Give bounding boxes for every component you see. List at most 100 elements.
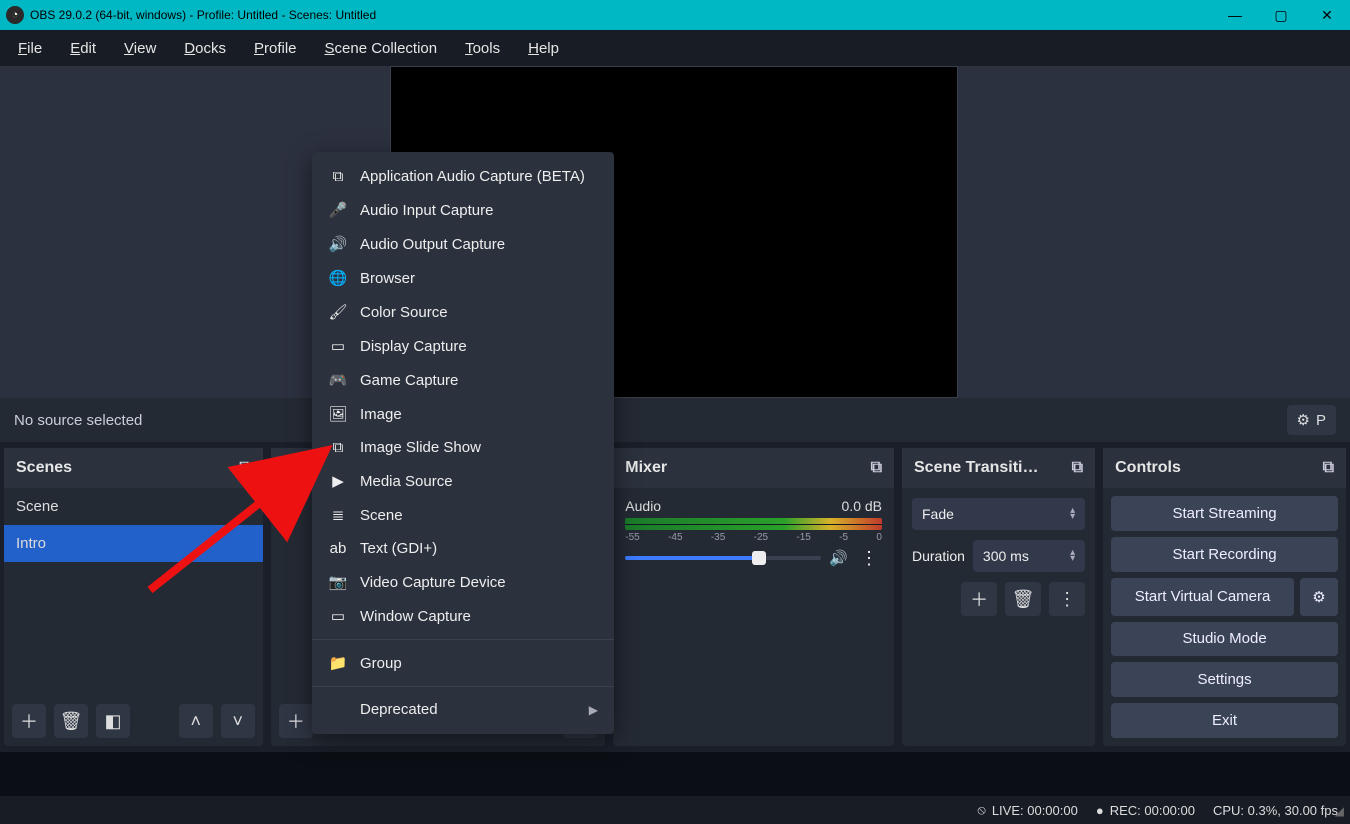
source-type-video-capture-device[interactable]: 📷Video Capture Device: [312, 565, 614, 599]
source-type-icon: 🎮: [328, 371, 348, 389]
source-type-label: Color Source: [360, 304, 448, 321]
menu-scene-collection[interactable]: Scene Collection: [311, 34, 452, 63]
source-type-text-gdi-[interactable]: abText (GDI+): [312, 532, 614, 565]
start-virtual-camera-button[interactable]: Start Virtual Camera: [1111, 578, 1294, 616]
source-type-label: Deprecated: [360, 701, 438, 718]
menu-help[interactable]: Help: [514, 34, 573, 63]
source-type-scene[interactable]: ≣Scene: [312, 498, 614, 532]
scene-down-button[interactable]: ˅: [221, 704, 255, 738]
mixer-channel-name: Audio: [625, 498, 661, 514]
obs-logo-icon: ◔: [6, 6, 24, 24]
menu-file[interactable]: File: [4, 34, 56, 63]
source-type-label: Audio Input Capture: [360, 202, 493, 219]
source-type-label: Text (GDI+): [360, 540, 437, 557]
transitions-panel: Scene Transiti… ⧉ Fade ▴▾ Duration 300 m…: [902, 448, 1095, 746]
menu-edit[interactable]: Edit: [56, 34, 110, 63]
menu-tools[interactable]: Tools: [451, 34, 514, 63]
mixer-channel-db: 0.0 dB: [842, 498, 882, 514]
virtual-camera-settings-button[interactable]: ⚙: [1300, 578, 1338, 616]
scene-up-button[interactable]: ˄: [179, 704, 213, 738]
source-type-icon: 🖌: [328, 303, 348, 321]
transition-menu-button[interactable]: ⋮: [1049, 582, 1085, 616]
source-type-window-capture[interactable]: ▭ Window Capture: [312, 599, 614, 633]
menu-docks[interactable]: Docks: [170, 34, 240, 63]
duration-input[interactable]: 300 ms ▴▾: [973, 540, 1085, 572]
settings-button[interactable]: Settings: [1111, 662, 1338, 697]
audio-ticks: -55 -45 -35 -25 -15 -5 0: [625, 532, 882, 543]
duration-value: 300 ms: [983, 548, 1029, 564]
source-type-icon: 🌐: [328, 269, 348, 287]
popout-icon[interactable]: ⧉: [871, 459, 882, 477]
exit-button[interactable]: Exit: [1111, 703, 1338, 738]
start-streaming-button[interactable]: Start Streaming: [1111, 496, 1338, 531]
source-type-application-audio-capture-beta-[interactable]: ⧉Application Audio Capture (BETA): [312, 160, 614, 193]
audio-meter: [625, 518, 882, 530]
close-button[interactable]: ✕: [1304, 0, 1350, 30]
transition-select[interactable]: Fade ▴▾: [912, 498, 1085, 530]
no-stream-icon: ⦸: [977, 802, 985, 818]
source-type-color-source[interactable]: 🖌 Color Source: [312, 295, 614, 329]
source-type-label: Window Capture: [360, 608, 471, 625]
source-type-browser[interactable]: 🌐Browser: [312, 261, 614, 295]
source-type-image[interactable]: 🖼Image: [312, 397, 614, 431]
source-type-icon: ▭: [328, 337, 348, 355]
no-source-label: No source selected: [14, 412, 142, 429]
popout-icon[interactable]: ⧉: [1072, 459, 1083, 477]
minimize-button[interactable]: ―: [1212, 0, 1258, 30]
studio-mode-button[interactable]: Studio Mode: [1111, 622, 1338, 657]
speaker-icon[interactable]: 🔊: [829, 549, 848, 567]
rec-status: REC: 00:00:00: [1110, 803, 1195, 818]
source-properties-button[interactable]: ⚙ P: [1287, 405, 1336, 435]
live-status: LIVE: 00:00:00: [992, 803, 1078, 818]
mixer-channel-menu[interactable]: ⋮: [856, 549, 882, 567]
remove-transition-button[interactable]: 🗑: [1005, 582, 1041, 616]
menu-view[interactable]: View: [110, 34, 170, 63]
source-type-label: Image Slide Show: [360, 439, 481, 456]
chevron-updown-icon: ▴▾: [1070, 550, 1075, 562]
remove-scene-button[interactable]: 🗑: [54, 704, 88, 738]
source-type-label: Video Capture Device: [360, 574, 506, 591]
add-scene-button[interactable]: ＋: [12, 704, 46, 738]
source-type-audio-input-capture[interactable]: 🎤Audio Input Capture: [312, 193, 614, 227]
source-type-label: Display Capture: [360, 338, 467, 355]
add-transition-button[interactable]: ＋: [961, 582, 997, 616]
source-type-media-source[interactable]: ▶Media Source: [312, 464, 614, 498]
source-type-display-capture[interactable]: ▭ Display Capture: [312, 329, 614, 363]
source-type-game-capture[interactable]: 🎮 Game Capture: [312, 363, 614, 397]
transitions-title: Scene Transiti…: [914, 459, 1039, 477]
source-type-label: Game Capture: [360, 372, 458, 389]
scenes-title: Scenes: [16, 459, 72, 477]
menubar: File Edit View Docks Profile Scene Colle…: [0, 30, 1350, 66]
properties-label: P: [1316, 412, 1326, 429]
menu-profile[interactable]: Profile: [240, 34, 311, 63]
source-properties-bar: No source selected ⚙ P: [0, 398, 1350, 442]
source-type-image-slide-show[interactable]: ⧉Image Slide Show: [312, 431, 614, 464]
statusbar: ⦸LIVE: 00:00:00 ●REC: 00:00:00 CPU: 0.3%…: [0, 796, 1350, 824]
controls-title: Controls: [1115, 459, 1181, 477]
audio-mixer-panel: Mixer ⧉ Audio 0.0 dB -55 -45 -35 -25 -15…: [613, 448, 894, 746]
maximize-button[interactable]: ▢: [1258, 0, 1304, 30]
add-source-button[interactable]: ＋: [279, 704, 313, 738]
source-type-label: Application Audio Capture (BETA): [360, 168, 585, 185]
annotation-arrow: [130, 440, 350, 600]
resize-grip-icon[interactable]: ◢: [1335, 804, 1344, 818]
source-type-icon: 📁: [328, 654, 348, 672]
record-dot-icon: ●: [1096, 803, 1104, 818]
source-type-audio-output-capture[interactable]: 🔊 Audio Output Capture: [312, 227, 614, 261]
source-type-deprecated[interactable]: Deprecated▶: [312, 693, 614, 726]
transition-mode: Fade: [922, 506, 954, 522]
source-type-icon: 🔊: [328, 235, 348, 253]
popout-icon[interactable]: ⧉: [1323, 459, 1334, 477]
source-type-icon: ▭: [328, 607, 348, 625]
scene-filter-button[interactable]: ◧: [96, 704, 130, 738]
gear-icon: ⚙: [1297, 411, 1310, 429]
volume-slider[interactable]: [625, 556, 821, 560]
start-recording-button[interactable]: Start Recording: [1111, 537, 1338, 572]
titlebar: ◔ OBS 29.0.2 (64-bit, windows) - Profile…: [0, 0, 1350, 30]
source-type-label: Image: [360, 406, 402, 423]
window-title: OBS 29.0.2 (64-bit, windows) - Profile: …: [30, 8, 376, 22]
source-type-label: Audio Output Capture: [360, 236, 505, 253]
controls-panel: Controls ⧉ Start Streaming Start Recordi…: [1103, 448, 1346, 746]
mixer-title: Mixer: [625, 459, 667, 477]
source-type-group[interactable]: 📁Group: [312, 646, 614, 680]
